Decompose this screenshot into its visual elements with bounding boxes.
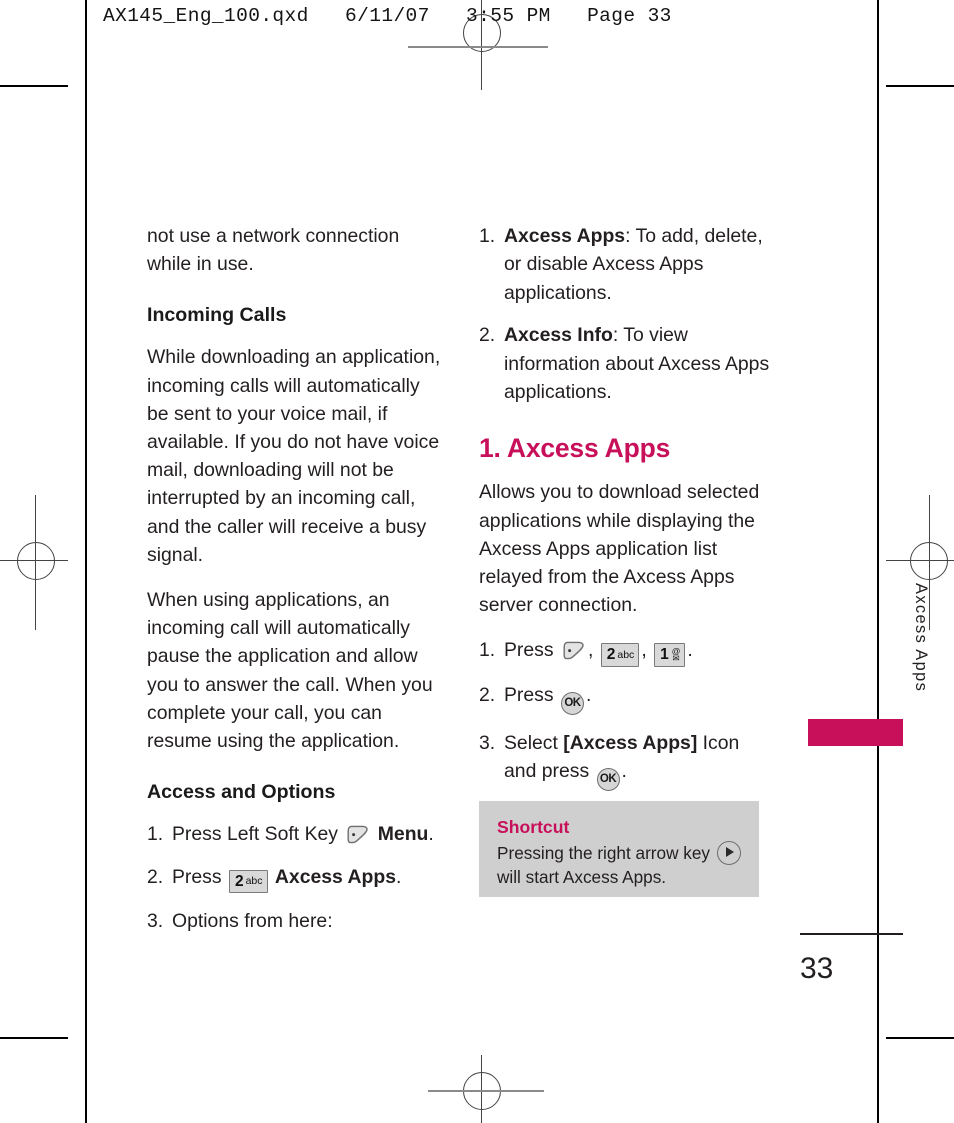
key-digit: 1: [660, 646, 669, 664]
shortcut-callout: Shortcut Pressing the right arrow key wi…: [479, 801, 759, 897]
right-arrow-key-icon: [716, 841, 741, 865]
crop-mark-bottom-left-horizontal: [0, 1037, 68, 1039]
shortcut-line-1: Pressing the right arrow key: [497, 843, 711, 863]
step-text-after: .: [428, 823, 434, 846]
step-text-after: .: [687, 639, 693, 662]
step-text: Press: [504, 639, 554, 662]
step-number: 2.: [147, 865, 164, 888]
list-item: 2. Press 2 abc Axcess Apps.: [147, 863, 443, 894]
key-sublabel: abc: [617, 649, 635, 662]
crop-mark-top-right-horizontal: [886, 85, 954, 87]
folio-rule: [800, 933, 903, 935]
list-item: 2. Axcess Info: To view information abou…: [479, 321, 775, 406]
step-text: Select: [504, 731, 558, 754]
section-paragraph: Allows you to download selected applicat…: [479, 481, 760, 617]
incoming-calls-paragraph-1: While downloading an application, incomi…: [147, 346, 441, 566]
shortcut-body: Pressing the right arrow key will start …: [497, 841, 745, 889]
option-label: Axcess Apps: [504, 225, 626, 247]
incoming-calls-paragraph-2: When using applications, an incoming cal…: [147, 589, 433, 753]
step-text-bold: [Axcess Apps]: [563, 731, 698, 754]
heading-incoming-calls: Incoming Calls: [147, 304, 287, 327]
continued-paragraph: not use a network connection while in us…: [147, 225, 400, 276]
step-number: 3.: [479, 731, 496, 754]
step-text-after: .: [396, 865, 402, 888]
crop-mark-top-left-horizontal: [0, 85, 68, 87]
slug-underline: [408, 46, 548, 48]
list-item: 1. Press , 2 abc , 1 @ ✉ .: [479, 636, 775, 667]
left-soft-key-icon: [562, 641, 585, 660]
key-voicemail-glyphs: @ ✉: [672, 647, 681, 664]
option-number: 2.: [479, 324, 496, 347]
key-digit: 2: [606, 646, 616, 664]
printer-slug: AX145_Eng_100.qxd 6/11/07 3:55 PM Page 3…: [103, 5, 672, 27]
step-number: 1.: [147, 823, 164, 846]
side-tab-label: Axcess Apps: [912, 583, 930, 693]
list-item: 3. Options from here:: [147, 907, 443, 935]
step-text: Options from here:: [172, 910, 333, 933]
list-item: 2. Press OK.: [479, 681, 775, 715]
keypad-key-1-voicemail-icon: 1 @ ✉: [654, 643, 686, 667]
right-column: 1. Axcess Apps: To add, delete, or disab…: [479, 222, 775, 805]
key-sublabel: abc: [245, 875, 263, 888]
options-list: 1. Axcess Apps: To add, delete, or disab…: [479, 222, 775, 406]
step-text-after: .: [621, 760, 627, 783]
axcess-apps-step-list: 1. Press , 2abc , 1 @ ✉ . 2. Press OK.: [479, 636, 775, 792]
section-heading-axcess-apps: 1. Axcess Apps: [479, 433, 671, 464]
shortcut-line-2: will start Axcess Apps.: [497, 866, 667, 887]
access-options-step-list: 1. Press Left Soft Key Menu. 2. Press 2a…: [147, 820, 443, 935]
list-item: 1. Axcess Apps: To add, delete, or disab…: [479, 222, 775, 307]
step-text-after: .: [585, 683, 592, 706]
heading-access-and-options: Access and Options: [147, 781, 336, 804]
list-item: 3. Select [Axcess Apps] Icon and press O…: [479, 729, 775, 792]
list-item: 1. Press Left Soft Key Menu.: [147, 820, 443, 848]
step-number: 1.: [479, 639, 496, 662]
ok-key-icon: OK: [596, 768, 620, 792]
left-soft-key-icon: [346, 825, 369, 844]
crop-mark-bottom-right-horizontal: [886, 1037, 954, 1039]
option-label: Axcess Info: [504, 324, 613, 347]
step-text-bold: Menu: [377, 823, 429, 846]
step-number: 2.: [479, 683, 496, 706]
envelope-icon: ✉: [672, 653, 680, 664]
side-tab-bar: [808, 719, 903, 746]
page-number: 33: [800, 952, 834, 985]
step-number: 3.: [147, 910, 164, 933]
key-digit: 2: [234, 872, 244, 890]
ok-key-icon: OK: [560, 691, 584, 715]
keypad-key-2-icon: 2 abc: [600, 643, 640, 667]
shortcut-title: Shortcut: [497, 817, 570, 837]
keypad-key-2-icon: 2 abc: [228, 869, 268, 894]
step-text: Press: [504, 683, 554, 706]
step-text-bold: Axcess Apps: [274, 865, 396, 888]
registration-mark-left: [0, 460, 110, 670]
registration-mark-bottom: [428, 1050, 544, 1123]
left-column: not use a network connection while in us…: [147, 222, 443, 949]
step-text: Press Left Soft Key: [172, 823, 338, 846]
option-number: 1.: [479, 225, 496, 247]
step-text: Press: [172, 865, 222, 888]
